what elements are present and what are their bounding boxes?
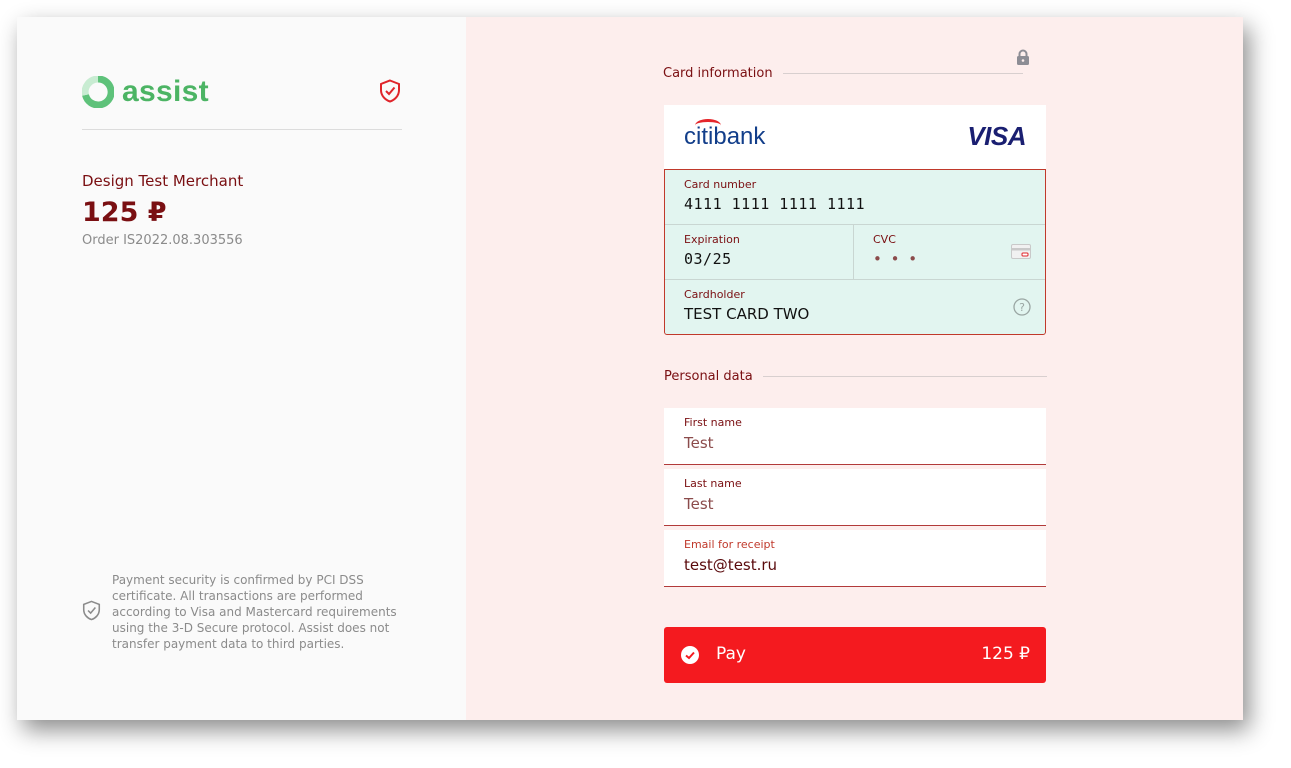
pay-button-amount: 125 ₽ [981,644,1030,664]
assist-logo: assist [82,75,209,109]
pay-button[interactable]: Pay 125 ₽ [664,627,1046,683]
pay-button-label: Pay [716,644,746,664]
merchant-name: Design Test Merchant [82,172,244,190]
card-widget: citibank VISA Card number 4111 1111 1111… [664,105,1046,335]
shield-check-icon [82,600,101,625]
security-note: Payment security is confirmed by PCI DSS… [82,572,402,652]
order-number: Order IS2022.08.303556 [82,233,243,248]
cardholder-field[interactable]: Cardholder TEST CARD TWO ? [665,280,1045,334]
order-amount: 125 ₽ [82,197,167,228]
header-divider [82,129,402,130]
personal-section-header: Personal data [664,369,1047,384]
assist-ring-icon [82,76,114,108]
card-section-title: Card information [663,66,773,81]
cvc-input[interactable]: • • • [873,250,919,268]
card-number-label: Card number [684,178,757,191]
citibank-logo: citibank [684,119,766,151]
section-divider [782,73,1023,74]
card-number-field[interactable]: Card number 4111 1111 1111 1111 [665,170,1045,225]
personal-section-title: Personal data [664,369,753,384]
visa-logo: VISA [967,121,1026,151]
email-label: Email for receipt [684,538,775,551]
first-name-field[interactable]: First name Test [664,408,1046,465]
expiration-input[interactable]: 03/25 [684,250,732,268]
merchant-panel: assist Design Test Merchant 125 ₽ Order … [17,17,466,720]
cvc-card-icon [1011,244,1031,263]
exp-cvc-row: Expiration 03/25 CVC • • • [665,225,1045,280]
svg-text:?: ? [1019,301,1025,314]
payment-window: assist Design Test Merchant 125 ₽ Order … [17,17,1243,720]
security-text: Payment security is confirmed by PCI DSS… [112,573,397,651]
last-name-input[interactable]: Test [684,495,714,513]
email-field[interactable]: Email for receipt test@test.ru [664,530,1046,587]
check-circle-icon [681,646,699,664]
shield-check-icon [379,79,401,107]
card-brand-row: citibank VISA [664,105,1046,169]
expiration-field[interactable]: Expiration 03/25 [665,225,854,279]
cardholder-label: Cardholder [684,288,745,301]
cvc-label: CVC [873,233,896,246]
section-divider [762,376,1047,377]
last-name-label: Last name [684,477,742,490]
card-fields: Card number 4111 1111 1111 1111 Expirati… [664,169,1046,335]
card-section-header: Card information [663,66,1023,81]
first-name-input[interactable]: Test [684,434,714,452]
last-name-field[interactable]: Last name Test [664,469,1046,526]
lock-icon [1016,49,1030,69]
brand-name: assist [122,75,209,108]
bank-text: bank [713,123,766,150]
cardholder-input[interactable]: TEST CARD TWO [684,305,809,323]
expiration-label: Expiration [684,233,740,246]
card-number-input[interactable]: 4111 1111 1111 1111 [684,195,865,213]
cvc-field[interactable]: CVC • • • [854,225,1045,279]
email-input[interactable]: test@test.ru [684,556,777,574]
first-name-label: First name [684,416,742,429]
help-icon[interactable]: ? [1013,298,1031,320]
